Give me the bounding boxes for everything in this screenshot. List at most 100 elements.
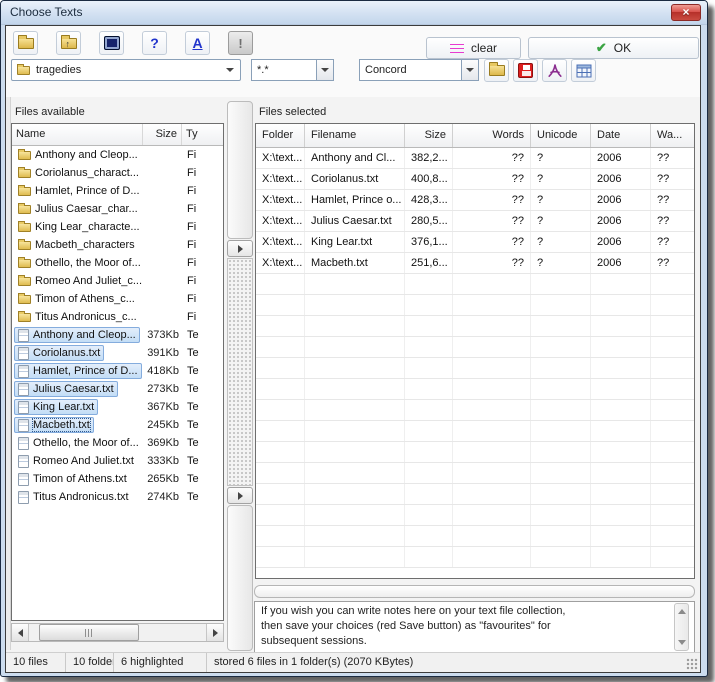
folder-icon xyxy=(18,169,31,178)
move-right-button-bottom[interactable] xyxy=(227,487,253,504)
notes-input[interactable]: If you wish you can write notes here on … xyxy=(254,601,695,653)
available-folder-row[interactable]: Julius Caesar_char... Fi xyxy=(12,200,223,218)
scrollbar-track[interactable] xyxy=(29,624,206,641)
file-name: Anthony and Cleop... xyxy=(33,329,136,341)
load-favourites-button[interactable] xyxy=(484,59,509,82)
column-header-type[interactable]: Ty xyxy=(182,124,223,145)
scrollbar-thumb[interactable] xyxy=(39,624,139,641)
available-file-row[interactable]: King Lear.txt 367Kb Te xyxy=(12,398,223,416)
available-folder-row[interactable]: Anthony and Cleop... Fi xyxy=(12,146,223,164)
available-folder-row[interactable]: King Lear_characte... Fi xyxy=(12,218,223,236)
available-folder-row[interactable]: Titus Andronicus_c... Fi xyxy=(12,308,223,326)
arrow-right-icon xyxy=(238,492,243,500)
selected-file-row[interactable]: X:\text... Macbeth.txt 251,6... ?? ? 200… xyxy=(256,253,694,274)
text-file-icon xyxy=(18,401,29,414)
parent-folder-button[interactable]: ↑ xyxy=(56,31,81,55)
files-selected-table: Folder Filename Size Words Unicode Date … xyxy=(255,123,695,579)
table-row-empty xyxy=(256,484,694,505)
column-header-folder[interactable]: Folder xyxy=(256,124,305,147)
column-header-unicode[interactable]: Unicode xyxy=(531,124,591,147)
available-file-row[interactable]: Titus Andronicus.txt 274Kb Te xyxy=(12,488,223,506)
column-header-date[interactable]: Date xyxy=(591,124,651,147)
status-highlighted-count: 6 highlighted xyxy=(114,653,207,672)
open-folder-button[interactable] xyxy=(13,31,38,55)
title-bar[interactable]: Choose Texts × xyxy=(1,1,707,25)
table-row-empty xyxy=(256,505,694,526)
font-button[interactable]: A xyxy=(185,31,210,55)
available-file-row[interactable]: Othello, the Moor of... 369Kb Te xyxy=(12,434,223,452)
cell-unicode: ? xyxy=(531,211,591,231)
available-file-row[interactable]: Coriolanus.txt 391Kb Te xyxy=(12,344,223,362)
available-file-row[interactable]: Julius Caesar.txt 273Kb Te xyxy=(12,380,223,398)
tool-dropdown[interactable]: Concord xyxy=(359,59,479,81)
save-favourites-button[interactable] xyxy=(513,59,538,82)
table-row-empty xyxy=(256,316,694,337)
selected-file-row[interactable]: X:\text... Anthony and Cl... 382,2... ??… xyxy=(256,148,694,169)
available-folder-row[interactable]: Macbeth_characters Fi xyxy=(12,236,223,254)
file-size: 367Kb xyxy=(143,401,182,413)
grid-view-button[interactable] xyxy=(571,59,596,82)
files-available-label: Files available xyxy=(15,106,85,118)
file-type: Te xyxy=(182,455,223,467)
selected-file-row[interactable]: X:\text... Coriolanus.txt 400,8... ?? ? … xyxy=(256,169,694,190)
folder-type: Fi xyxy=(182,221,223,233)
selected-table-body: X:\text... Anthony and Cl... 382,2... ??… xyxy=(256,148,694,568)
folder-type: Fi xyxy=(182,257,223,269)
cell-size: 382,2... xyxy=(405,148,453,168)
scroll-left-button[interactable] xyxy=(12,624,29,641)
selected-file-row[interactable]: X:\text... Hamlet, Prince o... 428,3... … xyxy=(256,190,694,211)
available-file-row[interactable]: Hamlet, Prince of D... 418Kb Te xyxy=(12,362,223,380)
cell-warnings: ?? xyxy=(651,211,694,231)
resize-grip[interactable] xyxy=(686,658,698,670)
help-button[interactable]: ? xyxy=(142,31,167,55)
clear-button[interactable]: clear xyxy=(426,37,521,59)
available-folder-row[interactable]: Hamlet, Prince of D... Fi xyxy=(12,182,223,200)
cell-date: 2006 xyxy=(591,148,651,168)
selected-file-row[interactable]: X:\text... King Lear.txt 376,1... ?? ? 2… xyxy=(256,232,694,253)
check-icon: ✔ xyxy=(596,40,607,56)
notes-scrollbar[interactable] xyxy=(674,603,689,651)
file-pattern-dropdown[interactable]: *.* xyxy=(251,59,334,81)
column-header-warnings[interactable]: Wa... xyxy=(651,124,694,147)
available-folder-row[interactable]: Othello, the Moor of... Fi xyxy=(12,254,223,272)
arrow-right-icon xyxy=(213,629,218,637)
ok-button[interactable]: ✔ OK xyxy=(528,37,699,59)
available-horizontal-scrollbar[interactable] xyxy=(11,623,224,642)
text-file-icon xyxy=(18,365,29,378)
available-file-row[interactable]: Anthony and Cleop... 373Kb Te xyxy=(12,326,223,344)
file-pattern-arrow-button[interactable] xyxy=(316,60,333,80)
monitor-button[interactable] xyxy=(99,31,124,55)
file-type: Te xyxy=(182,347,223,359)
splitter-drag-handle[interactable] xyxy=(227,258,253,486)
selected-file-row[interactable]: X:\text... Julius Caesar.txt 280,5... ??… xyxy=(256,211,694,232)
column-header-name[interactable]: Name xyxy=(12,124,143,145)
available-folder-row[interactable]: Romeo And Juliet_c... Fi xyxy=(12,272,223,290)
file-size: 245Kb xyxy=(143,419,182,431)
column-header-filename[interactable]: Filename xyxy=(305,124,405,147)
column-header-words[interactable]: Words xyxy=(453,124,531,147)
folder-icon xyxy=(18,277,31,286)
cell-size: 251,6... xyxy=(405,253,453,273)
available-folder-row[interactable]: Coriolanus_charact... Fi xyxy=(12,164,223,182)
pdf-convert-button[interactable] xyxy=(542,59,567,82)
available-file-row[interactable]: Macbeth.txt 245Kb Te xyxy=(12,416,223,434)
warning-button[interactable]: ! xyxy=(228,31,253,55)
status-folders-count: 10 folder(s xyxy=(66,653,114,672)
tool-arrow-button[interactable] xyxy=(461,60,478,80)
status-files-count: 10 files xyxy=(6,653,66,672)
folder-dropdown[interactable]: tragedies xyxy=(11,59,241,81)
scroll-right-button[interactable] xyxy=(206,624,223,641)
available-folder-row[interactable]: Timon of Athens_c... Fi xyxy=(12,290,223,308)
close-button[interactable]: × xyxy=(671,4,701,21)
help-icon: ? xyxy=(150,36,159,50)
cell-warnings: ?? xyxy=(651,190,694,210)
move-right-button-top[interactable] xyxy=(227,240,253,257)
folder-name: Macbeth_characters xyxy=(35,239,135,251)
column-header-size[interactable]: Size xyxy=(405,124,453,147)
available-file-row[interactable]: Timon of Athens.txt 265Kb Te xyxy=(12,470,223,488)
cell-warnings: ?? xyxy=(651,253,694,273)
folder-name: Othello, the Moor of... xyxy=(35,257,141,269)
available-file-row[interactable]: Romeo And Juliet.txt 333Kb Te xyxy=(12,452,223,470)
open-folder-icon xyxy=(489,65,505,76)
column-header-size[interactable]: Size xyxy=(143,124,182,145)
